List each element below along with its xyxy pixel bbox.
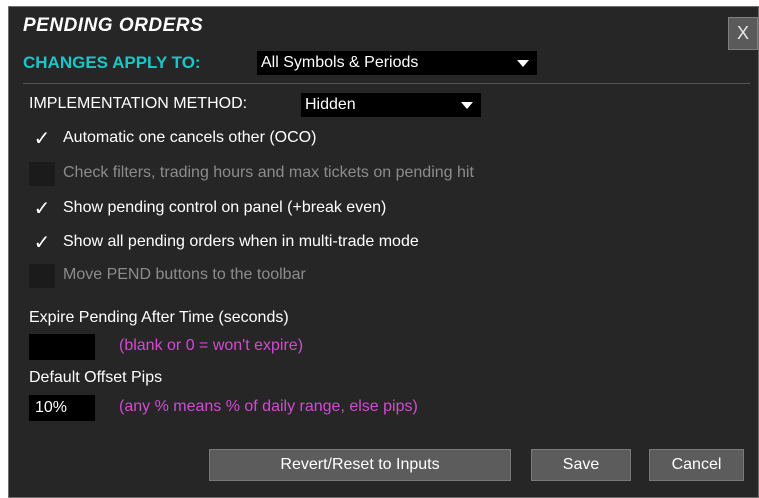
expire-pending-label: Expire Pending After Time (seconds)	[29, 309, 289, 326]
show-all-pending-label: Show all pending orders when in multi-tr…	[63, 233, 419, 250]
check-filters-label: Check filters, trading hours and max tic…	[63, 164, 474, 181]
pending-control-checkbox[interactable]: ✓	[29, 197, 55, 221]
expire-seconds-input[interactable]	[29, 334, 95, 360]
implementation-method-label: IMPLEMENTATION METHOD:	[29, 95, 248, 112]
default-offset-input[interactable]	[29, 395, 95, 421]
apply-to-selected-value: All Symbols & Periods	[261, 54, 419, 71]
default-offset-pips-label: Default Offset Pips	[29, 369, 163, 386]
close-button[interactable]: X	[728, 17, 758, 50]
offset-hint: (any % means % of daily range, else pips…	[119, 398, 418, 415]
expire-hint: (blank or 0 = won't expire)	[119, 337, 304, 354]
chevron-down-icon	[517, 60, 529, 67]
implementation-selected-value: Hidden	[305, 96, 356, 113]
chevron-down-icon	[461, 102, 473, 109]
changes-apply-to-label: CHANGES APPLY TO:	[23, 53, 201, 72]
oco-label: Automatic one cancels other (OCO)	[63, 129, 317, 146]
divider	[23, 83, 750, 84]
implementation-method-dropdown[interactable]: Hidden	[301, 93, 481, 117]
pending-control-label: Show pending control on panel (+break ev…	[63, 199, 387, 216]
pending-orders-dialog: PENDING ORDERS X CHANGES APPLY TO: All S…	[8, 6, 759, 498]
dialog-title: PENDING ORDERS	[23, 15, 204, 36]
move-pend-buttons-checkbox[interactable]	[29, 264, 55, 288]
revert-reset-button[interactable]: Revert/Reset to Inputs	[209, 449, 511, 481]
show-all-pending-checkbox[interactable]: ✓	[29, 231, 55, 255]
save-button[interactable]: Save	[531, 449, 631, 481]
oco-checkbox[interactable]: ✓	[29, 127, 55, 151]
check-filters-checkbox[interactable]	[29, 162, 55, 186]
cancel-button[interactable]: Cancel	[649, 449, 744, 481]
apply-to-dropdown[interactable]: All Symbols & Periods	[257, 51, 537, 75]
move-pend-buttons-label: Move PEND buttons to the toolbar	[63, 266, 306, 283]
